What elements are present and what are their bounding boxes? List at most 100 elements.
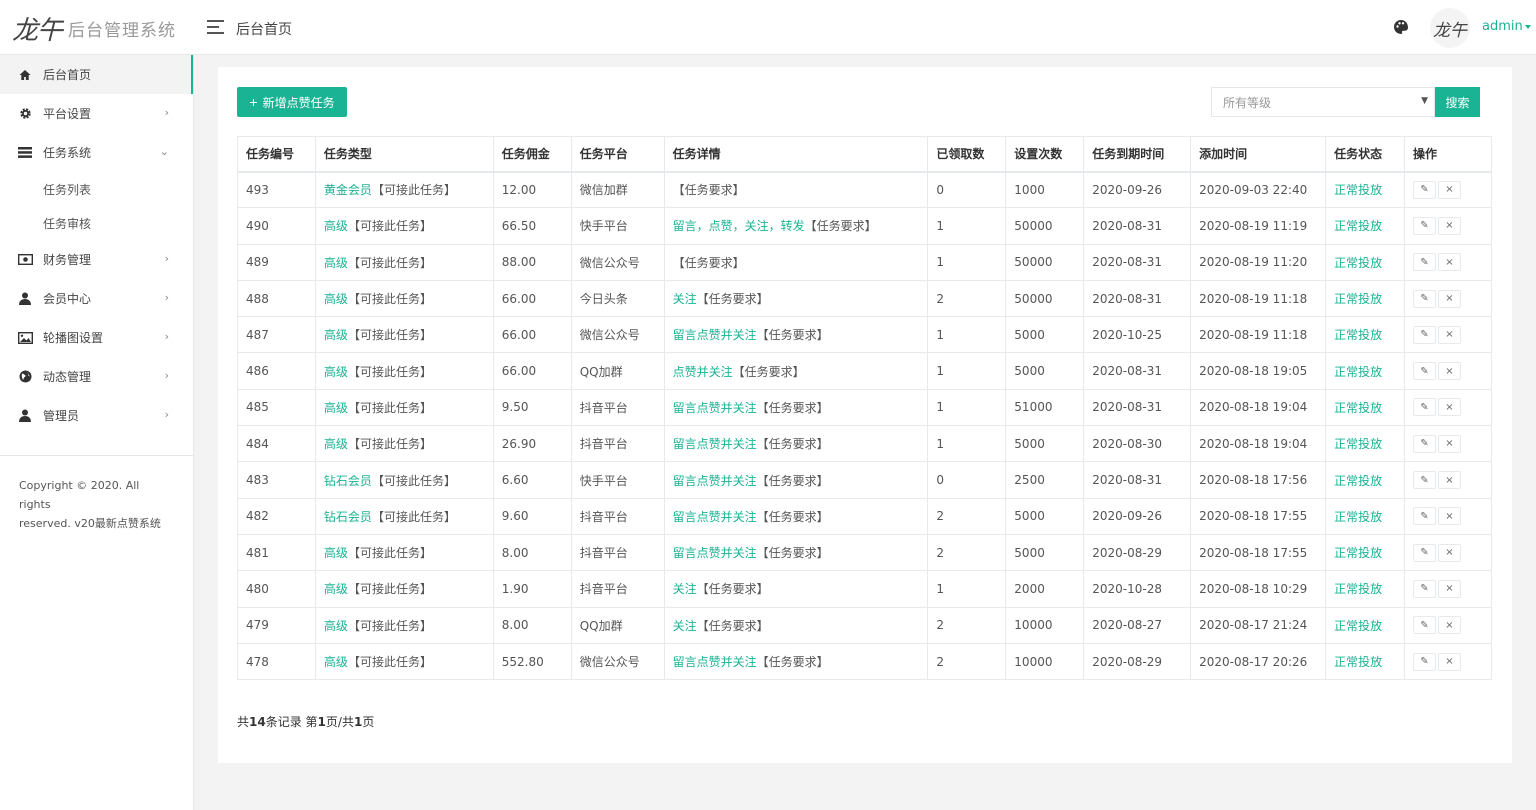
sidebar-item-task-system[interactable]: 任务系统 ⌄ [0,133,193,172]
cell-status[interactable]: 正常投放 [1325,316,1405,354]
cell-expire: 2020-08-29 [1083,642,1192,681]
chevron-right-icon: › [164,408,169,421]
avatar[interactable]: 龙午 [1430,8,1470,48]
delete-icon[interactable]: × [1437,253,1461,272]
edit-icon[interactable]: ✎ [1412,543,1436,562]
sidebar-item-member-center[interactable]: 会员中心 › [0,279,193,318]
row-actions: ✎ × [1412,180,1483,199]
edit-icon[interactable]: ✎ [1412,216,1436,235]
edit-icon[interactable]: ✎ [1412,652,1436,671]
cell-status[interactable]: 正常投放 [1325,461,1405,499]
cell-count: 50000 [1005,279,1085,318]
edit-icon[interactable]: ✎ [1412,471,1436,490]
type-suffix: 【可接此任务】 [347,655,432,669]
delete-icon[interactable]: × [1437,180,1461,199]
search-button[interactable]: 搜索 [1435,87,1480,117]
edit-icon[interactable]: ✎ [1412,579,1436,598]
delete-icon[interactable]: × [1437,471,1461,490]
type-suffix: 【可接此任务】 [371,509,456,524]
cell-id: 478 [237,642,316,681]
add-task-button[interactable]: + 新增点赞任务 [237,87,347,117]
cell-received: 1 [927,243,1007,281]
cell-commission: 66.50 [492,207,572,245]
cell-status[interactable]: 正常投放 [1325,606,1405,644]
edit-icon[interactable]: ✎ [1412,434,1436,453]
level-select[interactable]: 所有等级 ▼ [1211,87,1435,117]
cell-status[interactable]: 正常投放 [1325,352,1405,390]
breadcrumb[interactable]: 后台首页 [236,19,292,39]
cell-received: 1 [927,425,1007,463]
type-suffix: 【可接此任务】 [347,582,432,597]
cell-count: 5000 [1005,352,1085,390]
table-row: 479 高级【可接此任务】 8.00 QQ加群 关注【任务要求】 2 10000 2020-0… [237,606,1493,644]
cell-actions: ✎ × [1403,316,1493,354]
member-level: 高级 [323,582,348,597]
cell-type: 钻石会员【可接此任务】 [314,461,494,499]
delete-icon[interactable]: × [1437,507,1461,526]
type-suffix: 【可接此任务】 [347,618,432,633]
sidebar-item-finance[interactable]: 财务管理 › [0,240,193,279]
edit-icon[interactable]: ✎ [1412,507,1436,526]
cell-status[interactable]: 正常投放 [1325,570,1405,608]
delete-icon[interactable]: × [1437,616,1461,635]
cell-status[interactable]: 正常投放 [1325,642,1405,681]
pager-text: 条记录 第 [265,715,318,729]
sidebar-subitem-task-review[interactable]: 任务审核 [0,206,193,240]
sidebar-subitem-task-list[interactable]: 任务列表 [0,172,193,206]
cell-status[interactable]: 正常投放 [1325,243,1405,281]
delete-icon[interactable]: × [1437,325,1461,344]
edit-icon[interactable]: ✎ [1412,398,1436,417]
cell-added: 2020-08-18 17:55 [1190,497,1327,535]
cell-detail: 【任务要求】 [663,170,929,209]
cell-status[interactable]: 正常投放 [1325,207,1405,245]
logo[interactable]: 龙午 后台管理系统 [12,11,176,46]
delete-icon[interactable]: × [1437,362,1461,381]
gear-icon [17,107,33,121]
cell-count: 50000 [1005,243,1085,281]
menu-toggle-icon[interactable] [207,20,224,34]
member-level: 高级 [323,364,348,379]
cell-commission: 1.90 [492,570,572,608]
cell-status[interactable]: 正常投放 [1325,533,1405,572]
sidebar-item-platform-settings[interactable]: 平台设置 › [0,94,193,133]
edit-icon[interactable]: ✎ [1412,180,1436,199]
edit-icon[interactable]: ✎ [1412,289,1436,308]
cell-type: 高级【可接此任务】 [314,207,494,245]
detail-requirement: 留言点赞并关注 [672,400,757,415]
detail-requirement: 留言点赞并关注 [672,473,757,488]
edit-icon[interactable]: ✎ [1412,362,1436,381]
cell-status[interactable]: 正常投放 [1325,497,1405,535]
cell-status[interactable]: 正常投放 [1325,279,1405,318]
cell-added: 2020-08-18 19:04 [1190,425,1327,463]
member-level: 高级 [323,618,348,633]
palette-icon[interactable] [1393,19,1409,35]
cell-count: 5000 [1005,316,1085,354]
chevron-right-icon: › [164,369,169,382]
sidebar-item-carousel-settings[interactable]: 轮播图设置 › [0,318,193,357]
delete-icon[interactable]: × [1437,543,1461,562]
edit-icon[interactable]: ✎ [1412,325,1436,344]
cell-status[interactable]: 正常投放 [1325,388,1405,427]
sidebar-item-label: 平台设置 [43,107,92,121]
edit-icon[interactable]: ✎ [1412,253,1436,272]
delete-icon[interactable]: × [1437,434,1461,453]
cell-status[interactable]: 正常投放 [1325,170,1405,209]
delete-icon[interactable]: × [1437,652,1461,671]
edit-icon[interactable]: ✎ [1412,616,1436,635]
row-actions: ✎ × [1412,289,1483,308]
cell-status[interactable]: 正常投放 [1325,425,1405,463]
delete-icon[interactable]: × [1437,579,1461,598]
detail-link: 【任务要求】 [756,437,829,452]
delete-icon[interactable]: × [1437,216,1461,235]
delete-icon[interactable]: × [1437,398,1461,417]
user-menu[interactable]: admin [1482,19,1531,34]
sidebar-item-label: 轮播图设置 [43,331,104,345]
sidebar-item-home[interactable]: 后台首页 [0,55,193,94]
sidebar-item-admin[interactable]: 管理员 › [0,396,193,435]
pager-text: 页 [362,715,375,729]
cell-platform: 快手平台 [570,461,665,499]
cell-expire: 2020-08-29 [1083,533,1192,572]
delete-icon[interactable]: × [1437,289,1461,308]
sidebar-item-news-management[interactable]: 动态管理 › [0,357,193,396]
cell-type: 高级【可接此任务】 [314,425,494,463]
